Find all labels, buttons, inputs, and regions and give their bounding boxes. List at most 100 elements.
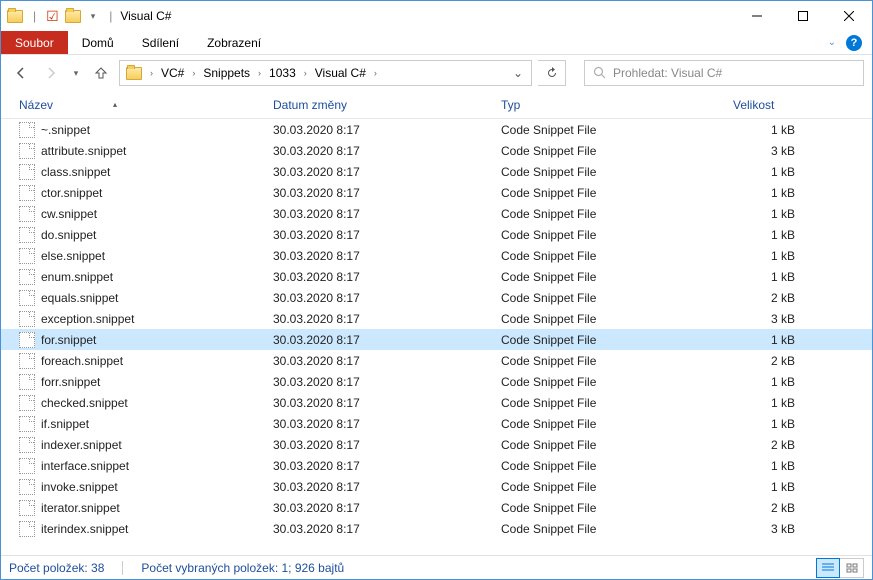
cell-type: Code Snippet File [501,123,733,137]
breadcrumb-segment[interactable]: VC# [157,61,188,85]
table-row[interactable]: ~.snippet30.03.2020 8:17Code Snippet Fil… [1,119,872,140]
up-button[interactable] [89,61,113,85]
chevron-right-icon[interactable]: › [300,68,311,78]
refresh-button[interactable] [538,60,566,86]
tab-home[interactable]: Domů [68,31,128,54]
file-icon [19,416,35,432]
table-row[interactable]: do.snippet30.03.2020 8:17Code Snippet Fi… [1,224,872,245]
cell-name: for.snippet [41,333,273,347]
cell-date: 30.03.2020 8:17 [273,270,501,284]
table-row[interactable]: invoke.snippet30.03.2020 8:17Code Snippe… [1,476,872,497]
cell-type: Code Snippet File [501,438,733,452]
chevron-right-icon[interactable]: › [146,68,157,78]
chevron-right-icon[interactable]: › [370,68,381,78]
table-row[interactable]: iterindex.snippet30.03.2020 8:17Code Sni… [1,518,872,539]
cell-name: class.snippet [41,165,273,179]
file-icon [19,521,35,537]
cell-size: 2 kB [733,501,795,515]
breadcrumb-segment[interactable]: Visual C# [311,61,370,85]
cell-name: attribute.snippet [41,144,273,158]
sort-ascending-icon: ▴ [113,100,117,109]
view-details-button[interactable] [816,558,840,578]
chevron-right-icon[interactable]: › [188,68,199,78]
file-icon [19,479,35,495]
table-row[interactable]: attribute.snippet30.03.2020 8:17Code Sni… [1,140,872,161]
cell-size: 1 kB [733,165,795,179]
forward-button[interactable] [39,61,63,85]
cell-type: Code Snippet File [501,354,733,368]
column-type[interactable]: Typ [501,98,733,112]
breadcrumb-segment[interactable]: 1033 [265,61,300,85]
view-large-button[interactable] [840,558,864,578]
table-row[interactable]: if.snippet30.03.2020 8:17Code Snippet Fi… [1,413,872,434]
column-date[interactable]: Datum změny [273,98,501,112]
cell-name: if.snippet [41,417,273,431]
table-row[interactable]: exception.snippet30.03.2020 8:17Code Sni… [1,308,872,329]
status-bar: Počet položek: 38 Počet vybraných polože… [1,555,872,579]
cell-type: Code Snippet File [501,228,733,242]
cell-size: 1 kB [733,207,795,221]
cell-name: indexer.snippet [41,438,273,452]
tab-file[interactable]: Soubor [1,31,68,54]
table-row[interactable]: for.snippet30.03.2020 8:17Code Snippet F… [1,329,872,350]
table-row[interactable]: class.snippet30.03.2020 8:17Code Snippet… [1,161,872,182]
table-row[interactable]: ctor.snippet30.03.2020 8:17Code Snippet … [1,182,872,203]
minimize-button[interactable] [734,1,780,31]
back-button[interactable] [9,61,33,85]
qat-dropdown-icon[interactable]: ▾ [87,11,100,22]
cell-size: 1 kB [733,186,795,200]
search-box[interactable] [584,60,864,86]
address-bar[interactable]: › VC#›Snippets›1033›Visual C#› ⌄ [119,60,532,86]
cell-name: cw.snippet [41,207,273,221]
cell-name: interface.snippet [41,459,273,473]
folder-icon[interactable] [65,10,81,23]
close-button[interactable] [826,1,872,31]
table-row[interactable]: iterator.snippet30.03.2020 8:17Code Snip… [1,497,872,518]
cell-date: 30.03.2020 8:17 [273,375,501,389]
tab-view[interactable]: Zobrazení [193,31,275,54]
tab-share[interactable]: Sdílení [128,31,193,54]
status-selection: Počet vybraných položek: 1; 926 bajtů [141,561,344,575]
table-row[interactable]: foreach.snippet30.03.2020 8:17Code Snipp… [1,350,872,371]
search-input[interactable] [613,66,855,80]
cell-name: exception.snippet [41,312,273,326]
column-size[interactable]: Velikost [733,98,811,112]
file-icon [19,437,35,453]
check-icon[interactable]: ☑ [46,8,59,25]
table-row[interactable]: equals.snippet30.03.2020 8:17Code Snippe… [1,287,872,308]
column-headers: Název▴ Datum změny Typ Velikost [1,91,872,119]
cell-name: checked.snippet [41,396,273,410]
column-name[interactable]: Název▴ [19,98,273,112]
cell-date: 30.03.2020 8:17 [273,249,501,263]
cell-date: 30.03.2020 8:17 [273,228,501,242]
table-row[interactable]: else.snippet30.03.2020 8:17Code Snippet … [1,245,872,266]
cell-size: 1 kB [733,228,795,242]
chevron-right-icon[interactable]: › [254,68,265,78]
file-list[interactable]: ~.snippet30.03.2020 8:17Code Snippet Fil… [1,119,872,555]
titlebar[interactable]: | ☑ ▾ | Visual C# [1,1,872,31]
ribbon-tabs: Soubor Domů Sdílení Zobrazení ⌄ ? [1,31,872,55]
cell-name: iterindex.snippet [41,522,273,536]
cell-size: 3 kB [733,522,795,536]
recent-dropdown-icon[interactable]: ▾ [69,61,83,85]
window-title: Visual C# [120,9,171,23]
file-icon [19,185,35,201]
file-icon [19,290,35,306]
breadcrumb-segment[interactable]: Snippets [199,61,254,85]
file-icon [19,164,35,180]
table-row[interactable]: cw.snippet30.03.2020 8:17Code Snippet Fi… [1,203,872,224]
cell-type: Code Snippet File [501,270,733,284]
table-row[interactable]: indexer.snippet30.03.2020 8:17Code Snipp… [1,434,872,455]
file-icon [19,269,35,285]
maximize-button[interactable] [780,1,826,31]
table-row[interactable]: checked.snippet30.03.2020 8:17Code Snipp… [1,392,872,413]
table-row[interactable]: interface.snippet30.03.2020 8:17Code Sni… [1,455,872,476]
address-dropdown-icon[interactable]: ⌄ [507,66,529,80]
cell-date: 30.03.2020 8:17 [273,396,501,410]
help-icon[interactable]: ? [846,35,862,51]
cell-date: 30.03.2020 8:17 [273,459,501,473]
status-item-count: Počet položek: 38 [9,561,104,575]
table-row[interactable]: enum.snippet30.03.2020 8:17Code Snippet … [1,266,872,287]
ribbon-expand-icon[interactable]: ⌄ [828,37,836,48]
table-row[interactable]: forr.snippet30.03.2020 8:17Code Snippet … [1,371,872,392]
